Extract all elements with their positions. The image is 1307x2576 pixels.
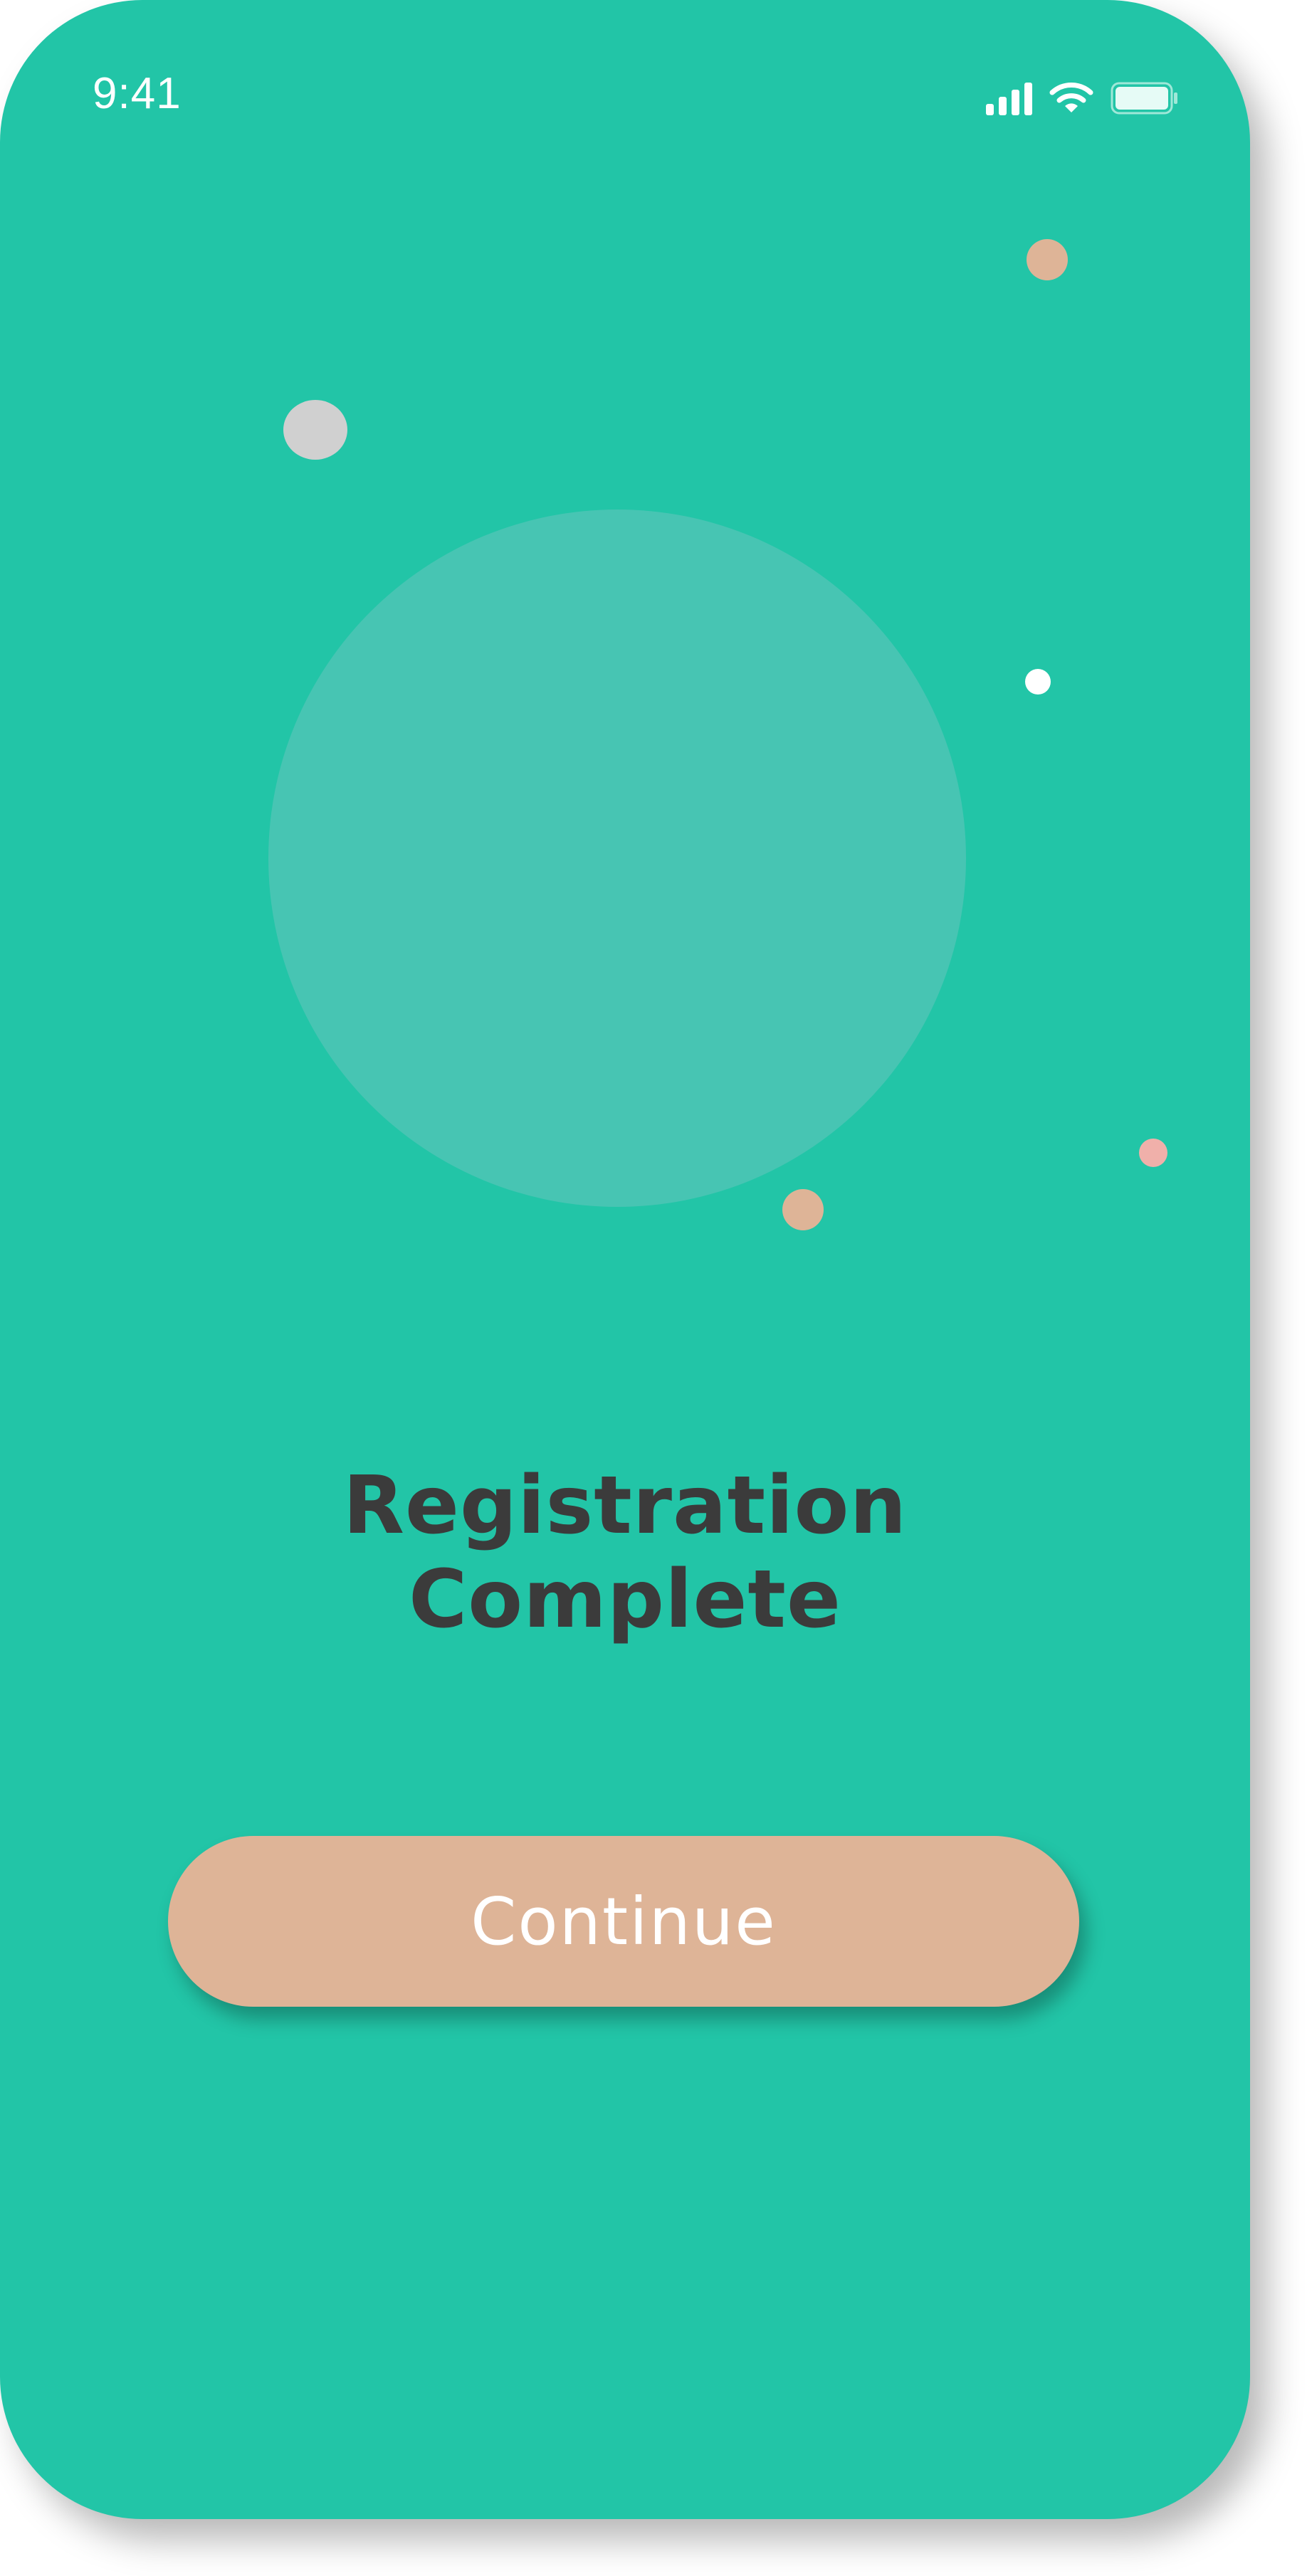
decorative-dot-white <box>1025 669 1051 695</box>
continue-button[interactable]: Continue <box>168 1836 1079 2007</box>
hero-circle <box>268 510 966 1207</box>
status-icons <box>986 77 1179 120</box>
status-time: 9:41 <box>93 69 182 118</box>
status-bar: 9:41 <box>0 0 1250 185</box>
decorative-dot-peach-top <box>1027 239 1068 280</box>
decorative-dot-peach-bottom <box>782 1189 824 1230</box>
title-line-1: Registration <box>342 1459 908 1552</box>
battery-icon <box>1111 82 1177 115</box>
decorative-dot-gray <box>283 400 347 460</box>
page-title: Registration Complete <box>0 1459 1250 1647</box>
title-line-2: Complete <box>409 1553 841 1646</box>
wifi-icon <box>1049 83 1093 112</box>
cellular-signal-icon <box>986 81 1032 115</box>
phone-screen: 9:41 Registration Complete Continue <box>0 0 1250 2519</box>
decorative-dot-pink <box>1139 1139 1167 1167</box>
